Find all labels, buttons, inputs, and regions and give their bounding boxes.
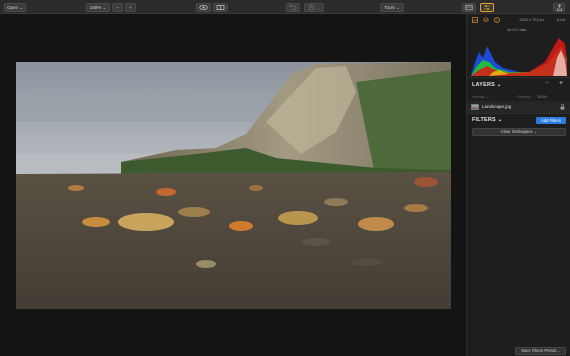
- bit-depth: 8-bit: [557, 17, 565, 22]
- opacity-value[interactable]: 100%: [537, 94, 547, 99]
- tools-label: Tools: [384, 5, 395, 10]
- info-icon[interactable]: [494, 17, 500, 23]
- zoom-out-button[interactable]: −: [112, 3, 123, 12]
- preview-eye-button[interactable]: [196, 3, 211, 12]
- layers-view-button[interactable]: [462, 3, 476, 12]
- add-filters-button[interactable]: Add Filters: [536, 117, 566, 124]
- layer-row[interactable]: Landscape.jpg: [467, 101, 570, 113]
- share-icon: [556, 4, 562, 11]
- filters-header[interactable]: FILTERS ⌄: [472, 117, 502, 123]
- tools-button[interactable]: Tools ⌄: [380, 3, 404, 12]
- open-button[interactable]: Open ⌄: [4, 3, 26, 12]
- compare-button[interactable]: [213, 3, 228, 12]
- chevron-down-icon: ⌄: [396, 5, 400, 10]
- lock-icon[interactable]: [560, 104, 565, 110]
- landscape-photo: [16, 62, 451, 309]
- share-button[interactable]: [553, 3, 565, 12]
- layers-icon[interactable]: [483, 17, 489, 23]
- history-button[interactable]: ⌄: [304, 3, 324, 12]
- sliders-icon: [484, 5, 490, 10]
- history-icon: [308, 4, 315, 11]
- layer-mode: Normal: [472, 94, 485, 99]
- add-layer-icon[interactable]: +: [559, 80, 563, 87]
- undo-button[interactable]: [286, 3, 300, 12]
- plus-icon: +: [129, 5, 132, 10]
- histogram: [471, 38, 567, 76]
- top-toolbar: Open ⌄ 168% ⌄ − + ⌄ Tools ⌄: [0, 0, 570, 14]
- zoom-in-button[interactable]: +: [125, 3, 136, 12]
- chevron-down-icon: ⌄: [316, 5, 321, 10]
- chevron-down-icon: ⌄: [102, 5, 107, 10]
- right-panel: 1326 x 753 px 8-bit No ICC data LAYERS ⌄…: [466, 14, 570, 356]
- open-label: Open: [6, 5, 18, 10]
- chevron-down-icon: ⌄: [497, 117, 503, 123]
- layers-header[interactable]: LAYERS ⌄: [472, 82, 502, 88]
- clear-workspace-button[interactable]: Clear Workspace ⌄: [472, 128, 566, 136]
- undo-icon: [289, 4, 297, 11]
- layers-title: LAYERS: [472, 82, 496, 88]
- opacity-label: Opacity:: [517, 94, 532, 99]
- compare-icon: [216, 5, 225, 10]
- chevron-down-icon: ⌄: [496, 82, 502, 88]
- chevron-down-icon: ⌄: [486, 94, 490, 99]
- eye-icon: [199, 4, 208, 11]
- save-filters-preset-button[interactable]: Save Filters Preset...: [515, 347, 566, 355]
- filters-title: FILTERS: [472, 117, 496, 123]
- zoom-select[interactable]: 168% ⌄: [86, 3, 110, 12]
- layer-mode-select[interactable]: Normal ⌄: [472, 94, 489, 99]
- chevron-down-icon: ⌄: [533, 129, 538, 134]
- remove-layer-icon[interactable]: −: [545, 80, 549, 87]
- zoom-level: 168%: [89, 5, 102, 10]
- layers-view-icon: [465, 4, 473, 11]
- chevron-down-icon: ⌄: [19, 5, 24, 10]
- minus-icon: −: [116, 5, 119, 10]
- layer-thumbnail: [471, 104, 479, 110]
- clear-workspace-label: Clear Workspace: [500, 129, 533, 134]
- image-icon[interactable]: [472, 17, 478, 23]
- image-size: 1326 x 753 px: [519, 17, 545, 22]
- layer-name: Landscape.jpg: [482, 104, 512, 109]
- filters-view-button[interactable]: [480, 3, 494, 12]
